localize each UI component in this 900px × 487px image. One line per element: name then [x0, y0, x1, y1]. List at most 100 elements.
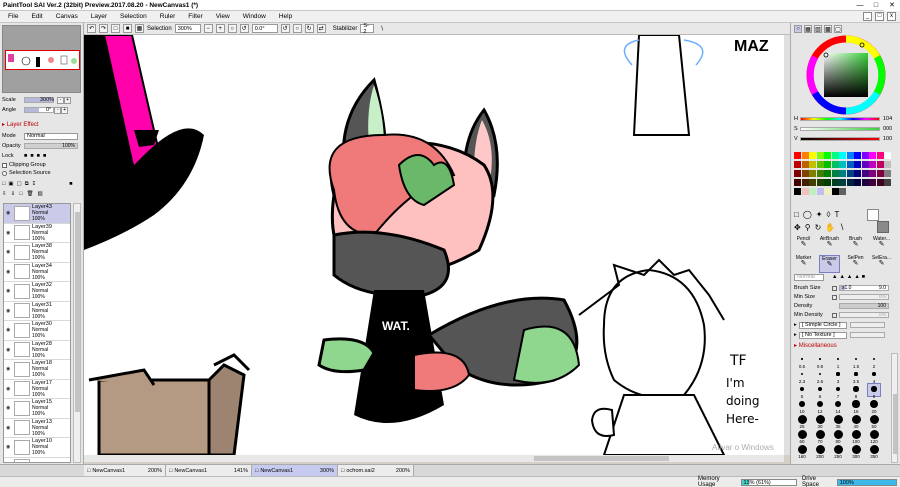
menu-layer[interactable]: Layer	[91, 13, 107, 20]
color-swatch[interactable]	[861, 152, 869, 159]
layer-effect-header[interactable]: ▸ Layer Effect	[2, 121, 39, 128]
menu-filter[interactable]: Filter	[188, 13, 202, 20]
eye-icon[interactable]: ◉	[6, 405, 12, 411]
rotate-ccw-icon[interactable]: ↺	[280, 24, 290, 33]
brush-preset-dot[interactable]	[872, 372, 876, 376]
navigator-preview[interactable]	[2, 25, 81, 93]
value-slider[interactable]	[800, 137, 880, 141]
move-icon[interactable]: ✥	[794, 223, 801, 232]
color-swatch[interactable]	[816, 170, 824, 177]
opacity-slider[interactable]: 100%	[24, 143, 78, 149]
color-swatch[interactable]	[846, 179, 854, 186]
brush-preset-dot[interactable]	[800, 372, 804, 376]
tool-selera[interactable]: SelEra... ✎	[871, 255, 892, 273]
clipping-row[interactable]: Clipping Group	[2, 161, 46, 169]
zoom-in-icon[interactable]: +	[215, 24, 225, 33]
color-swatch[interactable]	[854, 170, 861, 177]
canvas-horizontal-scrollbar[interactable]	[84, 455, 784, 462]
close-icon[interactable]: ✕	[884, 0, 900, 11]
swatch-tab-icon[interactable]: ▩	[824, 25, 832, 33]
color-swatch[interactable]	[824, 188, 831, 195]
invert-selection-icon[interactable]: ■	[123, 24, 132, 33]
density-slider[interactable]: 100	[839, 303, 889, 309]
min-size-lock[interactable]	[832, 294, 837, 300]
merge-down-icon[interactable]: ⇓	[11, 191, 16, 197]
brush-preset-dot[interactable]	[836, 372, 840, 376]
brush-shape-select[interactable]: [ Simple Circle ]	[799, 321, 847, 329]
layer-row[interactable]: ◉ Layer30 Normal 100%	[4, 321, 70, 341]
layer-merge-icon[interactable]: ↧	[32, 181, 37, 187]
color-swatch[interactable]	[846, 170, 854, 177]
menu-canvas[interactable]: Canvas	[56, 13, 78, 20]
layer-row[interactable]: ◉ Layer39 Normal 100%	[4, 224, 70, 243]
brush-preset-dot[interactable]	[801, 358, 803, 360]
zoom-tool-icon[interactable]: ⚲	[805, 223, 811, 232]
selection-source-row[interactable]: Selection Source	[2, 169, 51, 177]
color-swatch[interactable]	[869, 170, 876, 177]
brush-preset-dot[interactable]	[869, 444, 879, 454]
panel-close-icon[interactable]: x	[887, 12, 896, 21]
brush-preset-dot[interactable]	[869, 399, 879, 409]
color-swatch[interactable]	[794, 161, 801, 168]
layer-copy-icon[interactable]: ⧉	[25, 181, 29, 188]
new-folder-icon[interactable]: ▣	[8, 181, 13, 187]
angle-plus-icon[interactable]: +	[61, 106, 69, 114]
magic-wand-icon[interactable]: ✦	[816, 210, 823, 219]
hand-icon[interactable]: ✋	[825, 223, 835, 232]
color-swatch[interactable]	[854, 161, 861, 168]
color-swatch[interactable]	[839, 188, 846, 195]
color-swatch[interactable]	[831, 179, 839, 186]
color-swatch[interactable]	[809, 179, 816, 186]
eye-icon[interactable]: ◉	[6, 230, 12, 236]
tab-document[interactable]: □ NewCanvas1 141%	[166, 465, 252, 476]
color-swatch[interactable]	[839, 161, 846, 168]
brush-preset-scrollbar[interactable]	[891, 353, 898, 463]
brush-preset-dot[interactable]	[851, 429, 861, 439]
clear-layer-icon[interactable]: □	[19, 191, 22, 197]
ruler-line-icon[interactable]: ∖	[377, 24, 386, 33]
new-layer-icon[interactable]: □	[2, 181, 5, 187]
eye-icon[interactable]: ◉	[6, 308, 12, 314]
brush-preset-dot[interactable]	[854, 372, 858, 376]
eye-icon[interactable]: ◉	[6, 288, 12, 294]
flip-icon[interactable]: ⇄	[316, 24, 326, 33]
color-swatch[interactable]	[861, 170, 869, 177]
brush-texture-strength[interactable]	[850, 332, 885, 338]
brush-mode-select[interactable]: Normal	[794, 273, 824, 281]
tool-pencil[interactable]: Pencil ✎	[793, 236, 814, 254]
secondary-color-box[interactable]	[877, 221, 889, 233]
brush-preset-dot[interactable]	[819, 358, 821, 360]
brush-preset-dot[interactable]	[799, 386, 804, 391]
brush-preset-dot[interactable]	[818, 372, 822, 376]
layer-row[interactable]: ◉ Layer28 Normal 100%	[4, 341, 70, 360]
eye-icon[interactable]: ◉	[6, 366, 12, 372]
color-swatch[interactable]	[884, 161, 891, 168]
color-swatch[interactable]	[801, 152, 809, 159]
undo-icon[interactable]: ↶	[87, 24, 96, 33]
layer-row[interactable]: ◉ Layer38 Normal 100%	[4, 243, 70, 263]
color-swatch[interactable]	[809, 161, 816, 168]
eye-icon[interactable]: ◉	[6, 249, 12, 255]
tab-document[interactable]: □ ocfrom.sai2 200%	[338, 465, 414, 476]
navigator-viewport[interactable]	[5, 50, 80, 70]
brush-preset-dot[interactable]	[852, 400, 860, 408]
tool-airbrush[interactable]: AirBrush ✎	[819, 236, 840, 254]
min-size-slider[interactable]: 0%	[839, 294, 889, 300]
eye-icon[interactable]: ◉	[6, 210, 12, 216]
color-swatch[interactable]	[876, 179, 884, 186]
layer-row[interactable]: ◉ Layer34 Normal 100%	[4, 263, 70, 282]
layer-row[interactable]: ◉ Layer18 Normal 100%	[4, 360, 70, 380]
tool-marker[interactable]: Marker ✎	[793, 255, 814, 273]
deselect-icon[interactable]: □	[111, 24, 120, 33]
color-swatch[interactable]	[794, 170, 801, 177]
color-swatch[interactable]	[831, 188, 839, 195]
angle-minus-icon[interactable]: -	[54, 106, 62, 114]
hue-slider[interactable]	[800, 117, 880, 121]
color-swatch[interactable]	[794, 152, 801, 159]
color-swatch[interactable]	[809, 170, 816, 177]
transfer-down-icon[interactable]: ⇩	[2, 191, 7, 197]
layer-scroll-thumb[interactable]	[75, 212, 80, 412]
color-swatch[interactable]	[816, 188, 824, 195]
color-swatch[interactable]	[801, 188, 809, 195]
color-swatch[interactable]	[846, 152, 854, 159]
